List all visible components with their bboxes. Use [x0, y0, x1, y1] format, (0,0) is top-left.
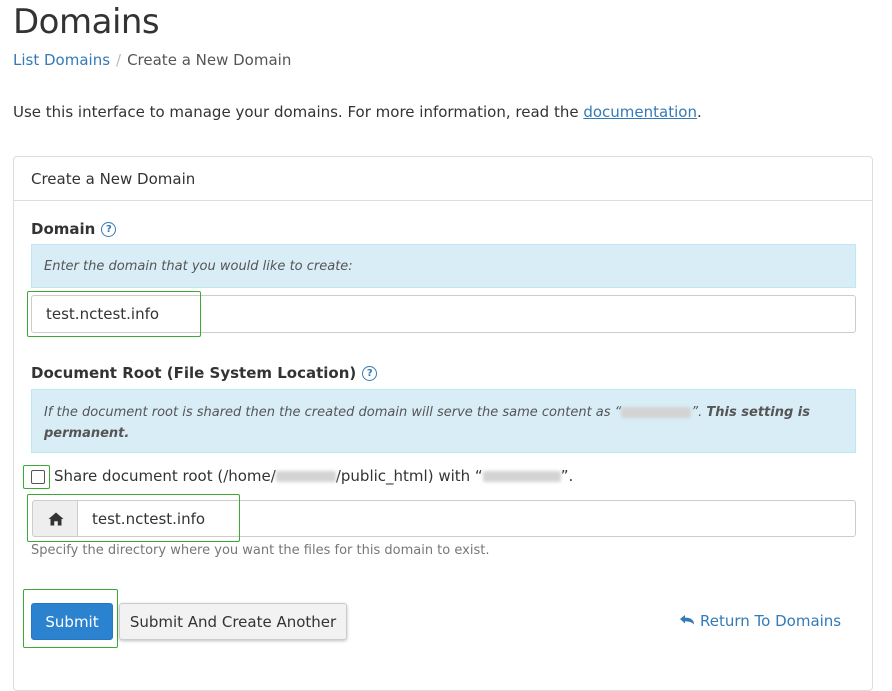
return-to-domains-link[interactable]: Return To Domains [679, 612, 841, 630]
share-docroot-checkbox[interactable] [31, 470, 45, 484]
domain-info-text: Enter the domain that you would like to … [44, 259, 353, 274]
domain-info-box: Enter the domain that you would like to … [31, 244, 856, 288]
docroot-info-box: If the document root is shared then the … [31, 389, 856, 453]
undo-arrow-icon [680, 615, 694, 625]
redacted-main-domain [482, 471, 561, 482]
breadcrumb-list-domains-link[interactable]: List Domains [13, 51, 110, 69]
return-to-domains-label: Return To Domains [700, 612, 842, 630]
docroot-info-mid: ”. [691, 405, 707, 420]
documentation-link[interactable]: documentation [583, 103, 697, 121]
panel-title: Create a New Domain [14, 157, 872, 201]
intro-text: Use this interface to manage your domain… [13, 103, 702, 121]
docroot-info-prefix: If the document root is shared then the … [44, 405, 622, 420]
share-end: ”. [560, 467, 574, 485]
help-circle-icon[interactable]: ? [362, 365, 378, 381]
redacted-username [275, 471, 336, 482]
breadcrumb-separator: / [116, 51, 122, 69]
docroot-label: Document Root (File System Location) [31, 364, 357, 382]
docroot-label-group: Document Root (File System Location) ? [31, 364, 378, 382]
redacted-domain [621, 407, 692, 418]
share-prefix: Share document root (/home/ [54, 467, 276, 485]
help-circle-icon[interactable]: ? [101, 221, 117, 237]
share-docroot-label[interactable]: Share document root (/home/ /public_html)… [54, 467, 573, 485]
domain-label-group: Domain ? [31, 220, 117, 238]
breadcrumb: List Domains / Create a New Domain [13, 51, 291, 69]
docroot-help-text: Specify the directory where you want the… [31, 543, 490, 558]
docroot-input[interactable]: test.nctest.info [77, 500, 856, 537]
intro-text-body: Use this interface to manage your domain… [13, 103, 584, 121]
page-title: Domains [13, 2, 160, 42]
share-mid: /public_html) with “ [335, 467, 483, 485]
domain-input[interactable]: test.nctest.info [31, 295, 856, 333]
submit-and-create-another-button[interactable]: Submit And Create Another [119, 603, 347, 640]
domain-label: Domain [31, 220, 96, 238]
intro-text-end: . [696, 103, 702, 121]
home-icon [48, 512, 63, 525]
breadcrumb-current: Create a New Domain [127, 51, 292, 69]
submit-button[interactable]: Submit [31, 603, 113, 640]
home-icon-addon [32, 500, 78, 537]
